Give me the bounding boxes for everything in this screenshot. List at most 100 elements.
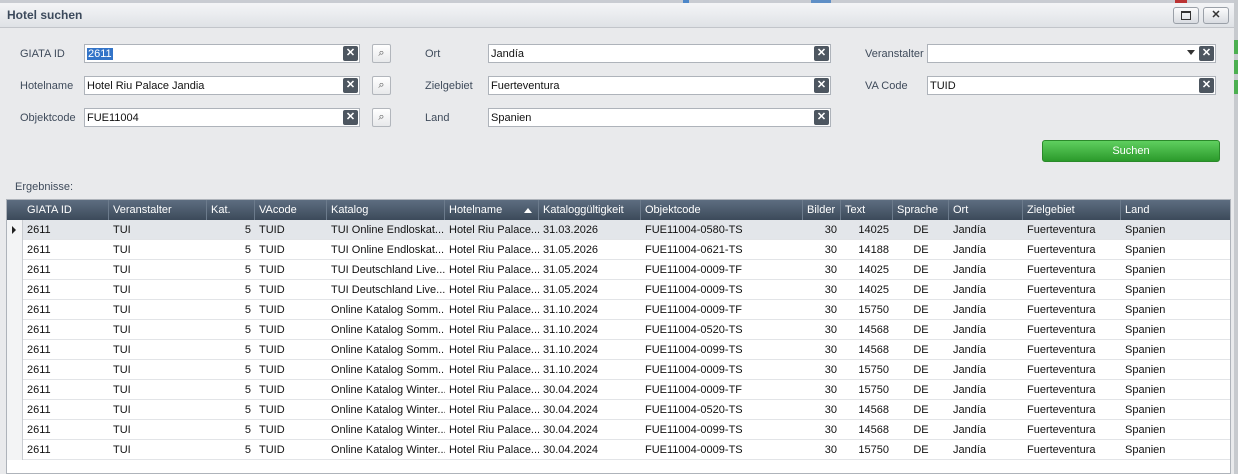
cell-bilder: 30 — [824, 264, 837, 276]
cell-land: Spanien — [1125, 284, 1166, 296]
cell-kat: 5 — [244, 284, 251, 296]
chevron-down-icon[interactable] — [1187, 50, 1195, 55]
restore-button[interactable] — [1173, 7, 1199, 24]
cell-veranstalter: TUI — [113, 224, 131, 236]
clear-icon[interactable]: ✕ — [343, 46, 358, 61]
row-indicator[interactable] — [7, 300, 23, 320]
edge-accent — [1234, 40, 1238, 54]
zielgebiet-input[interactable]: Fuerteventura ✕ — [488, 76, 831, 95]
column-header-veranstalter[interactable]: Veranstalter — [109, 200, 207, 220]
column-header-hotelname[interactable]: Hotelname — [445, 200, 539, 220]
table-row[interactable]: 2611 TUI 5 TUID Online Katalog Winter... Hote… — [7, 420, 1230, 440]
cell-veranstalter: TUI — [113, 324, 131, 336]
cell-text: 14568 — [858, 324, 889, 336]
column-header-objektcode[interactable]: Objektcode — [641, 200, 803, 220]
table-row[interactable]: 2611 TUI 5 TUID TUI Deutschland Live... Hotel… — [7, 260, 1230, 280]
cell-katalog: TUI Online Endloskat... — [331, 244, 445, 256]
table-row[interactable]: 2611 TUI 5 TUID Online Katalog Somm... Hotel … — [7, 300, 1230, 320]
column-header-text[interactable]: Text — [841, 200, 893, 220]
cell-kat: 5 — [244, 244, 251, 256]
cell-land: Spanien — [1125, 364, 1166, 376]
cell-land: Spanien — [1125, 224, 1166, 236]
magnifier-icon[interactable]: ⌕ — [372, 44, 391, 63]
cell-katalogg-ltigkeit: 30.04.2024 — [543, 444, 599, 456]
ort-input[interactable]: Jandía ✕ — [488, 44, 831, 63]
table-row[interactable]: 2611 TUI 5 TUID Online Katalog Somm... Hotel … — [7, 340, 1230, 360]
column-header-label: Kat. — [211, 204, 231, 216]
row-indicator[interactable] — [7, 240, 23, 260]
objektcode-input[interactable]: FUE11004 ✕ — [84, 108, 360, 127]
row-indicator[interactable] — [7, 400, 23, 420]
column-header-kat[interactable]: Kat. — [207, 200, 255, 220]
column-header-label: Ort — [953, 204, 969, 216]
cell-giata-id: 2611 — [27, 324, 51, 336]
cell-zielgebiet: Fuerteventura — [1027, 444, 1096, 456]
zielgebiet-value: Fuerteventura — [491, 80, 560, 92]
cell-hotelname: Hotel Riu Palace... — [449, 284, 539, 296]
cell-giata-id: 2611 — [27, 284, 51, 296]
giata-id-value: 2611 — [87, 48, 113, 60]
table-row[interactable]: 2611 TUI 5 TUID Online Katalog Winter... Hote… — [7, 400, 1230, 420]
cell-katalog: Online Katalog Winter... — [331, 444, 445, 456]
table-row[interactable]: 2611 TUI 5 TUID Online Katalog Somm... Hotel … — [7, 320, 1230, 340]
cell-ort: Jandía — [953, 384, 987, 396]
results-label: Ergebnisse: — [15, 181, 74, 193]
cell-hotelname: Hotel Riu Palace... — [449, 444, 539, 456]
clear-icon[interactable]: ✕ — [814, 46, 829, 61]
column-header-ort[interactable]: Ort — [949, 200, 1023, 220]
table-row[interactable]: 2611 TUI 5 TUID Online Katalog Somm... Hotel … — [7, 360, 1230, 380]
cell-text: 14568 — [858, 404, 889, 416]
cell-bilder: 30 — [824, 404, 837, 416]
clear-icon[interactable]: ✕ — [1199, 46, 1214, 61]
row-indicator[interactable] — [7, 340, 23, 360]
cell-ort: Jandía — [953, 424, 987, 436]
land-input[interactable]: Spanien ✕ — [488, 108, 831, 127]
cell-zielgebiet: Fuerteventura — [1027, 224, 1096, 236]
table-row[interactable]: 2611 TUI 5 TUID TUI Deutschland Live... Hotel… — [7, 280, 1230, 300]
column-header-sprache[interactable]: Sprache — [893, 200, 949, 220]
table-row[interactable]: 2611 TUI 5 TUID TUI Online Endloskat... Hotel… — [7, 240, 1230, 260]
clear-icon[interactable]: ✕ — [814, 78, 829, 93]
column-header-katalogg-ltigkeit[interactable]: Kataloggültigkeit — [539, 200, 641, 220]
cell-giata-id: 2611 — [27, 244, 51, 256]
cell-kat: 5 — [244, 404, 251, 416]
ort-value: Jandía — [491, 48, 525, 60]
cell-objektcode: FUE11004-0009-TS — [645, 444, 743, 456]
giata-id-input[interactable]: 2611 ✕ — [84, 44, 360, 63]
table-row[interactable]: 2611 TUI 5 TUID Online Katalog Winter... Hote… — [7, 440, 1230, 460]
clear-icon[interactable]: ✕ — [814, 110, 829, 125]
column-header-vacode[interactable]: VAcode — [255, 200, 327, 220]
column-header-bilder[interactable]: Bilder — [803, 200, 841, 220]
column-header-katalog[interactable]: Katalog — [327, 200, 445, 220]
row-indicator[interactable] — [7, 380, 23, 400]
cell-sprache: DE — [913, 364, 929, 376]
table-row[interactable]: 2611 TUI 5 TUID TUI Online Endloskat... Hotel… — [7, 220, 1230, 240]
cell-objektcode: FUE11004-0520-TS — [645, 324, 743, 336]
row-indicator[interactable] — [7, 440, 23, 460]
cell-zielgebiet: Fuerteventura — [1027, 364, 1096, 376]
magnifier-icon[interactable]: ⌕ — [372, 76, 391, 95]
row-indicator[interactable] — [7, 280, 23, 300]
cell-land: Spanien — [1125, 344, 1166, 356]
close-button[interactable]: ✕ — [1203, 7, 1229, 24]
clear-icon[interactable]: ✕ — [343, 78, 358, 93]
results-grid[interactable]: GIATA ID Veranstalter Kat. VAcode Katalog Hot… — [6, 199, 1231, 474]
row-indicator[interactable] — [7, 260, 23, 280]
table-row[interactable]: 2611 TUI 5 TUID Online Katalog Winter... Hote… — [7, 380, 1230, 400]
cell-bilder: 30 — [824, 344, 837, 356]
row-indicator[interactable] — [7, 420, 23, 440]
row-indicator[interactable] — [7, 360, 23, 380]
row-indicator[interactable] — [7, 320, 23, 340]
search-button[interactable]: Suchen — [1042, 140, 1220, 162]
column-header-label: GIATA ID — [27, 204, 72, 216]
row-indicator[interactable] — [7, 220, 23, 240]
clear-icon[interactable]: ✕ — [343, 110, 358, 125]
column-header-land[interactable]: Land — [1121, 200, 1230, 220]
vacode-input[interactable]: TUID ✕ — [927, 76, 1216, 95]
veranstalter-select[interactable]: ✕ — [927, 44, 1216, 63]
column-header-giata-id[interactable]: GIATA ID — [23, 200, 109, 220]
column-header-zielgebiet[interactable]: Zielgebiet — [1023, 200, 1121, 220]
hotelname-input[interactable]: Hotel Riu Palace Jandia ✕ — [84, 76, 360, 95]
magnifier-icon[interactable]: ⌕ — [372, 108, 391, 127]
clear-icon[interactable]: ✕ — [1199, 78, 1214, 93]
